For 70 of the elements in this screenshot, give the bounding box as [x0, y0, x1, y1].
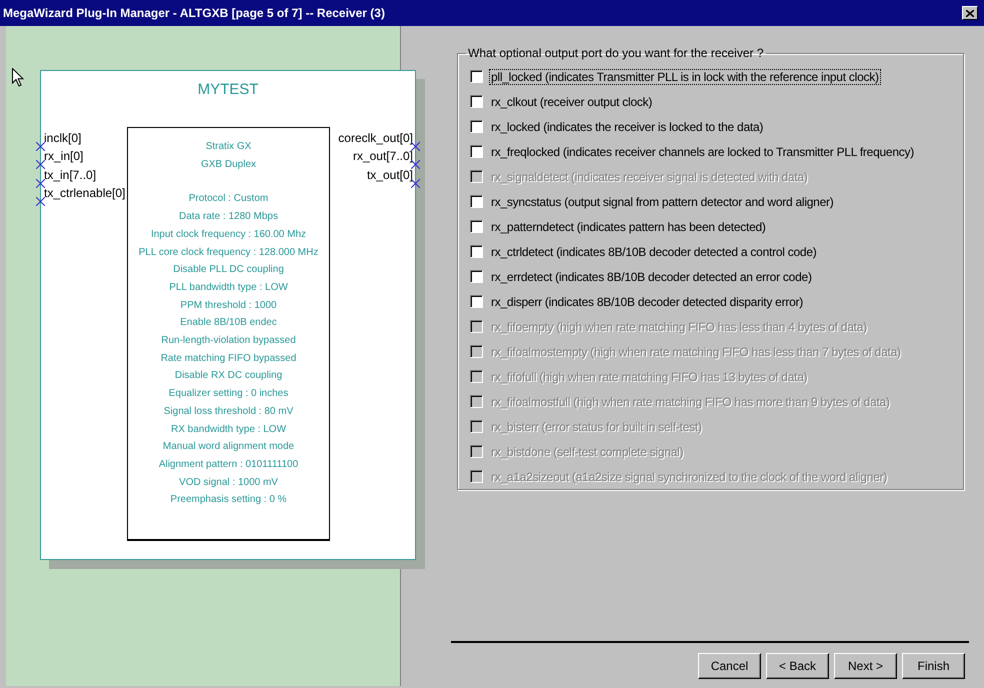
checkbox-label[interactable]: rx_errdetect (indicates 8B/10B decoder detected an error code)	[489, 268, 814, 284]
setting-text: Disable PLL DC coupling	[173, 263, 284, 278]
port-label: tx_out[0]	[366, 169, 414, 182]
setting-text: Preemphasis setting : 0 %	[170, 493, 287, 508]
setting-text: Run-length-violation bypassed	[161, 334, 296, 348]
checkbox-label: rx_fifoalmostempty (high when rate matching FIFO has less than 7 bytes of data)	[490, 344, 902, 360]
pin-icon	[411, 179, 420, 188]
pin-icon	[411, 142, 420, 151]
checkbox-label: rx_fifoalmostfull (high when rate matching FIFO has more than 9 bytes of data)	[490, 394, 891, 410]
wizard-button[interactable]: Finish	[902, 653, 965, 679]
device-label: Stratix GX	[206, 140, 252, 154]
checkbox-label[interactable]: rx_freqlocked (indicates receiver channels are locked to Transmitter PLL frequency)	[489, 144, 916, 160]
port-label: tx_in[7..0]	[43, 169, 98, 182]
group-legend: What optional output port do you want for the receiver ?	[466, 46, 766, 60]
checkbox-label: rx_fifofull (high when rate matching FIFO has 13 bytes of data)	[490, 368, 808, 384]
mouse-cursor-icon	[12, 68, 24, 87]
setting-text: Manual word alignment mode	[162, 440, 294, 454]
setting-text: Equalizer setting : 0 inches	[168, 387, 288, 402]
setting-text: Enable 8B/10B endec	[180, 316, 277, 330]
checkbox-label[interactable]: rx_locked (indicates the receiver is locked to the data)	[489, 118, 766, 134]
setting-text: PPM threshold : 1000	[180, 298, 277, 313]
checkbox[interactable]	[470, 120, 483, 133]
checkbox[interactable]	[470, 295, 483, 308]
pin-icon	[36, 160, 45, 169]
close-button[interactable]	[962, 6, 978, 20]
checkbox-label: rx_signaldetect (indicates receiver signal is detected with data)	[490, 168, 809, 184]
window-title: MegaWizard Plug-In Manager - ALTGXB [page 5 of 7] -- Receiver (3)	[3, 6, 386, 20]
device-label: GXB Duplex	[200, 158, 256, 172]
pin-icon	[36, 142, 45, 151]
setting-text: Rate matching FIFO bypassed	[160, 352, 296, 366]
port-label: inclk[0]	[43, 132, 82, 145]
setting-text: Input clock frequency : 160.00 Mhz	[150, 228, 306, 242]
setting-text: Disable RX DC coupling	[174, 369, 282, 384]
checkbox-label[interactable]: pll_locked (indicates Transmitter PLL is in lock with the reference input clock)	[489, 68, 881, 84]
port-label: rx_in[0]	[43, 150, 84, 163]
checkbox-label: rx_bistdone (self-test complete signal)	[490, 444, 684, 460]
pin-icon	[36, 197, 45, 206]
checkbox-label[interactable]: rx_syncstatus (output signal from pattern detector and word aligner)	[489, 194, 836, 210]
checkbox[interactable]	[470, 145, 483, 158]
port-label: tx_ctrlenable[0]	[43, 187, 126, 200]
setting-text: Data rate : 1280 Mbps	[179, 210, 278, 224]
setting-text: PLL core clock frequency : 128.000 MHz	[138, 246, 318, 260]
checkbox[interactable]	[470, 70, 483, 83]
pin-icon	[411, 160, 420, 169]
checkbox[interactable]	[470, 220, 483, 233]
checkbox[interactable]	[470, 270, 483, 283]
checkbox-label[interactable]: rx_ctrldetect (indicates 8B/10B decoder detected a control code)	[489, 244, 819, 260]
setting-text: VOD signal : 1000 mV	[179, 476, 278, 490]
setting-text: Alignment pattern : 0101111100	[158, 458, 298, 472]
wizard-button[interactable]: < Back	[766, 653, 829, 679]
checkbox-label[interactable]: rx_clkout (receiver output clock)	[489, 94, 654, 110]
checkbox-label[interactable]: rx_disperr (indicates 8B/10B decoder detected disparity error)	[489, 294, 805, 310]
setting-text: Signal loss threshold : 80 mV	[164, 404, 294, 419]
setting-text: RX bandwidth type : LOW	[170, 422, 286, 437]
symbol-name: MYTEST	[196, 81, 260, 98]
pin-icon	[36, 179, 45, 188]
setting-text: Protocol : Custom	[188, 192, 268, 206]
close-icon	[966, 10, 974, 16]
port-label: rx_out[7..0]	[352, 150, 414, 163]
checkbox-label: rx_fifoempty (high when rate matching FIFO has less than 4 bytes of data)	[490, 318, 868, 334]
wizard-button[interactable]: Next >	[834, 653, 897, 679]
checkbox[interactable]	[470, 95, 483, 108]
checkbox-label: rx_a1a2sizeout (a1a2size signal synchronized to the clock of the word aligner)	[490, 468, 888, 484]
port-label: coreclk_out[0]	[337, 132, 414, 145]
checkbox-label[interactable]: rx_patterndetect (indicates pattern has been detected)	[489, 218, 768, 234]
checkbox-label: rx_bisterr (error status for built in self-test)	[490, 418, 703, 434]
checkbox[interactable]	[470, 245, 483, 258]
setting-text: PLL bandwidth type : LOW	[169, 280, 288, 295]
wizard-button[interactable]: Cancel	[698, 653, 761, 679]
checkbox[interactable]	[470, 195, 483, 208]
